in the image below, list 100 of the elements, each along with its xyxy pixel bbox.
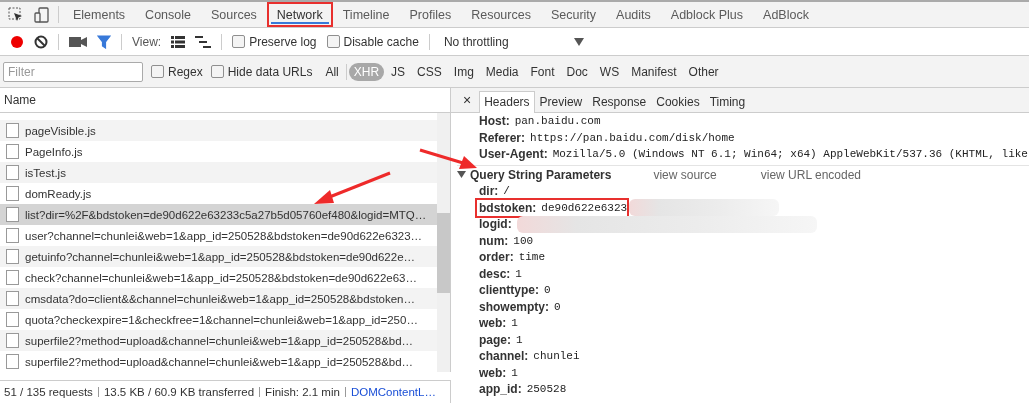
status-text: Finish: 2.1 min [265, 386, 340, 398]
param-name: app_id: [479, 381, 522, 398]
param-name: bdstoken: [479, 199, 537, 216]
file-icon [6, 186, 19, 201]
param-name: order: [479, 249, 514, 266]
record-button[interactable] [10, 34, 24, 49]
file-icon [6, 333, 19, 348]
panel-tab[interactable]: AdBlock [753, 2, 819, 27]
type-filter[interactable]: Doc [561, 62, 593, 81]
device-icon[interactable] [34, 6, 50, 23]
type-filter[interactable]: WS [594, 62, 625, 81]
param-name: clienttype: [479, 282, 539, 299]
param-name: channel: [479, 348, 529, 365]
param-name: dir: [479, 183, 499, 200]
file-icon [6, 123, 19, 138]
param-name: desc: [479, 265, 511, 282]
request-row[interactable]: cmsdata?do=client&&channel=chunlei&web=1&app_id=250528&bdstoken… [0, 288, 437, 309]
request-name: PageInfo.js [25, 145, 83, 158]
option-checkbox[interactable]: Regex [151, 64, 203, 79]
status-link[interactable]: DOMContentL… [350, 386, 436, 398]
filter-input[interactable]: Filter [3, 61, 143, 82]
option-checkbox[interactable]: Hide data URLs [210, 64, 313, 79]
throttling-dropdown[interactable]: No throttling [439, 32, 588, 51]
param-value: 1 [516, 332, 523, 348]
panel-tab[interactable]: Audits [606, 2, 661, 27]
detail-tab[interactable]: Cookies [651, 91, 705, 112]
camera-icon[interactable] [69, 35, 87, 48]
file-icon [6, 291, 19, 306]
view-label: View: [132, 34, 162, 49]
param-name: showempty: [479, 298, 549, 315]
type-filter[interactable]: Manifest [626, 62, 682, 81]
request-name: user?channel=chunlei&web=1&app_id=250528&bdstoken=de90d622e6323… [25, 229, 423, 242]
file-icon [6, 144, 19, 159]
scrollbar[interactable] [437, 113, 450, 372]
panel-tab[interactable]: Console [135, 2, 201, 27]
dropdown-arrow-icon [573, 37, 584, 46]
panel-tab[interactable]: Sources [201, 2, 267, 27]
request-row[interactable]: pageVisible.js [0, 120, 437, 141]
detail-tab[interactable]: Preview [534, 91, 588, 112]
expanded-triangle-icon[interactable] [457, 170, 466, 180]
file-icon [6, 312, 19, 327]
header-name: User-Agent: [479, 146, 548, 163]
inspect-icon[interactable] [8, 6, 24, 23]
request-row[interactable]: getuinfo?channel=chunlei&web=1&app_id=250528&bdstoken=de90d622e… [0, 246, 437, 267]
detail-tab[interactable]: Response [587, 91, 652, 112]
param-value: 100 [513, 233, 534, 249]
request-name: superfile2?method=upload&channel=chunlei&web=1&app_id=250528&bd… [25, 334, 414, 347]
file-icon [6, 207, 19, 222]
type-filter[interactable]: Font [525, 62, 560, 81]
param-name: web: [479, 364, 507, 381]
type-filter[interactable]: Media [480, 62, 524, 81]
request-name: domReady.js [25, 187, 92, 200]
waterfall-icon[interactable] [195, 35, 212, 48]
filter-icon[interactable] [97, 34, 111, 49]
option-checkbox[interactable]: Preserve log [232, 34, 317, 49]
request-name: isTest.js [25, 166, 66, 179]
header-value: Mozilla/5.0 (Windows NT 6.1; Win64; x64) AppleWebKit/537.36 (KHTML, like [552, 147, 1028, 162]
param-value: 0 [544, 283, 551, 298]
detail-tab[interactable]: Headers [479, 91, 535, 113]
clear-icon[interactable] [34, 34, 48, 49]
request-name: superfile2?method=upload&channel=chunlei&web=1&app_id=250528&bd… [25, 355, 414, 368]
header-name: Referer: [479, 129, 526, 146]
file-icon [6, 270, 19, 285]
panel-tab[interactable]: Timeline [332, 2, 400, 27]
close-button[interactable]: × [455, 92, 480, 108]
section-title[interactable]: Query String Parameters [470, 166, 612, 183]
request-row[interactable]: list?dir=%2F&bdstoken=de90d622e63233c5a27b5d05760ef480&logid=MTQ… [0, 204, 437, 225]
header-value: pan.baidu.com [514, 114, 601, 129]
param-value: time [518, 250, 546, 265]
param-value: 1 [511, 316, 518, 331]
detail-tab[interactable]: Timing [704, 91, 751, 112]
status-text: 51 / 135 requests [4, 386, 93, 398]
header-name: Host: [479, 113, 510, 130]
panel-tab[interactable]: Adblock Plus [660, 2, 754, 27]
option-checkbox[interactable]: Disable cache [326, 34, 419, 49]
request-row[interactable]: isTest.js [0, 162, 437, 183]
request-name: getuinfo?channel=chunlei&web=1&app_id=250528&bdstoken=de90d622e… [25, 250, 416, 263]
request-row[interactable]: superfile2?method=upload&channel=chunlei&web=1&app_id=250528&bd… [0, 330, 437, 351]
panel-tab[interactable]: Elements [63, 2, 136, 27]
request-name: list?dir=%2F&bdstoken=de90d622e63233c5a27b5d05760ef480&logid=MTQ… [25, 208, 427, 221]
header-value: https://pan.baidu.com/disk/home [530, 130, 735, 146]
type-filter[interactable]: Img [448, 62, 479, 81]
panel-tab[interactable]: Network [266, 2, 333, 27]
view-link[interactable]: view source [653, 166, 717, 183]
request-name: cmsdata?do=client&&channel=chunlei&web=1&app_id=250528&bdstoken… [25, 292, 415, 305]
type-filter[interactable]: Other [683, 62, 724, 81]
panel-tab[interactable]: Security [540, 2, 607, 27]
param-name: page: [479, 331, 511, 348]
panel-tab[interactable]: Resources [461, 2, 541, 27]
type-filter[interactable]: CSS [412, 62, 447, 81]
param-value: 1 [515, 266, 522, 282]
type-filter[interactable]: JS [386, 62, 411, 81]
param-value: 1 [511, 365, 518, 381]
type-filter[interactable]: All [320, 62, 344, 81]
panel-tab[interactable]: Profiles [399, 2, 462, 27]
view-link[interactable]: view URL encoded [760, 166, 862, 183]
param-name: logid: [479, 216, 512, 233]
list-view-icon[interactable] [171, 35, 186, 48]
annotation-arrow [419, 148, 479, 170]
request-name: quota?checkexpire=1&checkfree=1&channel=chunlei&web=1&app_id=250… [25, 313, 418, 326]
